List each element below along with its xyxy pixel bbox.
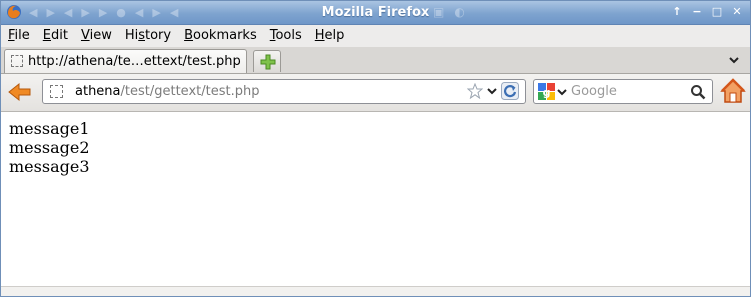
navigation-toolbar: athena/test/gettext/test.php g <box>1 74 750 112</box>
menu-edit[interactable]: Edit <box>36 25 74 47</box>
back-arrow-icon[interactable] <box>8 82 32 102</box>
tab-strip: http://athena/te…ettext/test.php <box>1 47 750 74</box>
reload-icon[interactable] <box>501 82 519 100</box>
title-bar[interactable]: ◀▶◀▶▶●◀▶◀ Mozilla Firefox ✎▣◐ ↑ − □ ✕ <box>1 1 750 25</box>
url-text[interactable]: athena/test/gettext/test.php <box>75 84 259 99</box>
minimize-icon[interactable]: − <box>690 5 704 19</box>
menu-bar: File Edit View History Bookmarks Tools H… <box>1 25 750 47</box>
star-icon[interactable] <box>467 83 483 99</box>
site-identity-icon[interactable] <box>50 85 63 98</box>
new-tab-button[interactable] <box>253 50 281 72</box>
titlebar-ghost-icons-right: ✎▣◐ <box>413 5 475 19</box>
google-icon[interactable]: g <box>538 83 555 100</box>
menu-bookmarks[interactable]: Bookmarks <box>177 25 263 47</box>
page-content: message1 message2 message3 <box>1 112 750 287</box>
window-title: Mozilla Firefox <box>321 5 430 20</box>
tab-label: http://athena/te…ettext/test.php <box>28 54 241 69</box>
menu-view[interactable]: View <box>74 25 118 47</box>
menu-help[interactable]: Help <box>308 25 351 47</box>
tab-active[interactable]: http://athena/te…ettext/test.php <box>4 49 247 73</box>
plus-icon <box>260 54 276 70</box>
menu-history[interactable]: History <box>118 25 177 47</box>
status-bar <box>1 286 750 296</box>
search-input[interactable] <box>571 82 683 101</box>
search-engine-dropdown-icon[interactable] <box>557 88 567 96</box>
message-line: message1 <box>9 119 90 138</box>
window-controls: ↑ − □ ✕ <box>670 4 744 20</box>
message-line: message2 <box>9 138 90 157</box>
search-bar[interactable]: g <box>533 79 713 104</box>
chevron-down-icon[interactable] <box>728 54 740 66</box>
page-favicon-icon <box>11 55 23 67</box>
url-bar[interactable]: athena/test/gettext/test.php <box>42 79 526 104</box>
close-icon[interactable]: ✕ <box>730 5 744 19</box>
svg-text:g: g <box>543 86 551 99</box>
menu-tools[interactable]: Tools <box>263 25 308 47</box>
maximize-up-icon[interactable]: ↑ <box>670 5 684 19</box>
home-icon[interactable] <box>720 78 746 104</box>
magnifier-icon[interactable] <box>690 84 706 100</box>
url-history-dropdown-icon[interactable] <box>487 87 497 95</box>
menu-file[interactable]: File <box>1 25 36 47</box>
message-list: message1 message2 message3 <box>9 119 90 176</box>
browser-window: ◀▶◀▶▶●◀▶◀ Mozilla Firefox ✎▣◐ ↑ − □ ✕ Fi… <box>0 0 751 297</box>
restore-icon[interactable]: □ <box>710 5 724 19</box>
message-line: message3 <box>9 157 90 176</box>
